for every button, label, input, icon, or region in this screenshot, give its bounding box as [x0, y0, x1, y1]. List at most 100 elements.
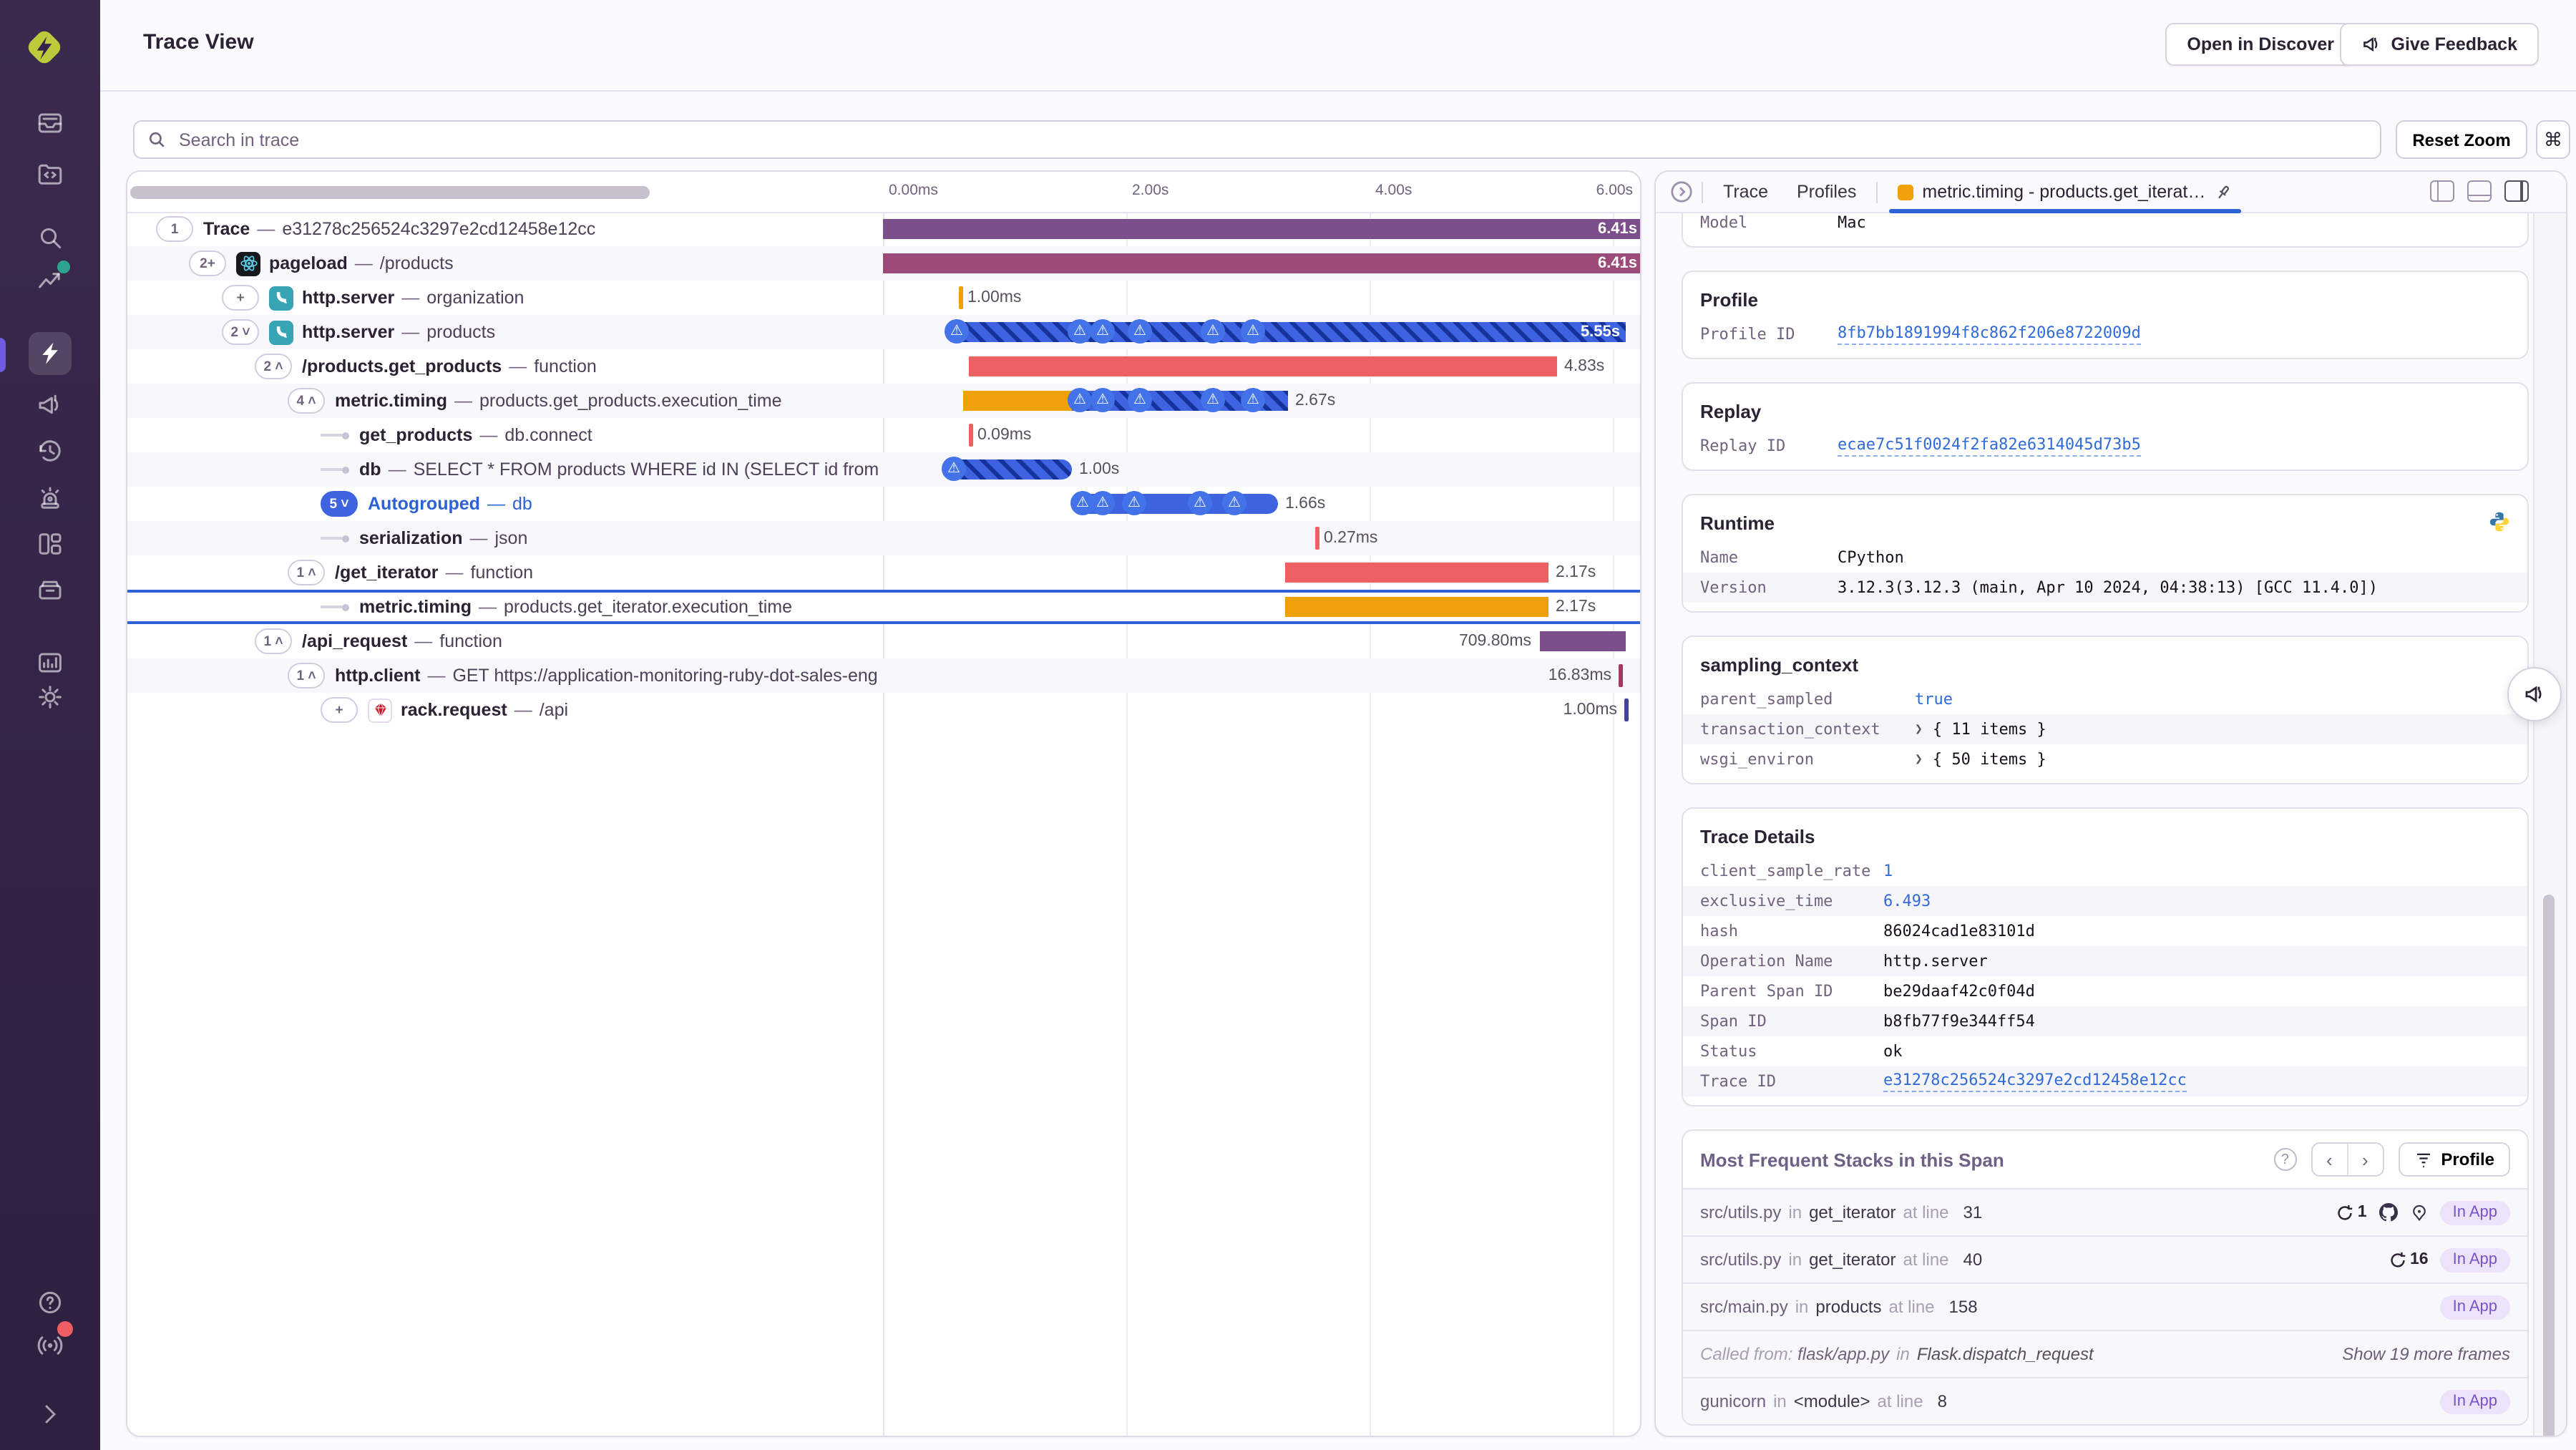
dock-right-button[interactable] [2504, 180, 2529, 202]
span-tick[interactable] [959, 286, 962, 309]
sentry-logo-icon[interactable] [19, 21, 70, 73]
sidebar-item-projects[interactable] [29, 152, 72, 195]
stack-frame-row[interactable]: src/utils.py in get_iterator at line 31 1 In A… [1683, 1188, 2527, 1235]
performance-issue-icon[interactable]: ⚠ [1128, 319, 1152, 344]
tab-trace[interactable]: Trace [1709, 172, 1782, 212]
performance-issue-icon[interactable]: ⚠ [1091, 491, 1115, 515]
span-bar[interactable] [963, 391, 1288, 411]
span-count-badge[interactable]: 1 ˄ [288, 663, 325, 688]
help-icon[interactable]: ? [2273, 1148, 2297, 1171]
shortcuts-button[interactable]: ⌘ [2536, 120, 2570, 159]
stack-frame-row[interactable]: gunicorn in <module> at line 8 In App [1683, 1377, 2527, 1424]
performance-issue-icon[interactable]: ⚠ [1068, 388, 1092, 412]
span-bar[interactable] [1540, 631, 1626, 651]
span-row--products-get-products[interactable]: 2 ˄/products.get_products — function 4.83s [127, 349, 1640, 384]
sidebar-item-replays[interactable] [29, 429, 72, 472]
seer-icon[interactable] [2410, 1203, 2429, 1222]
performance-issue-icon[interactable]: ⚠ [1122, 491, 1146, 515]
span-tick[interactable] [1315, 527, 1319, 550]
expand-chevron-icon[interactable]: ❯ [1915, 752, 1923, 767]
dock-left-button[interactable] [2430, 180, 2454, 202]
span-row-http-server[interactable]: + http.server — organization 1.00ms [127, 281, 1640, 315]
performance-issue-icon[interactable]: ⚠ [1068, 319, 1092, 344]
reset-zoom-button[interactable]: Reset Zoom [2396, 120, 2527, 159]
span-count-badge[interactable]: 4 ˄ [288, 388, 325, 414]
span-bar[interactable]: 5.55s [950, 322, 1626, 342]
span-count-badge[interactable]: 2+ [189, 250, 226, 276]
span-row-http-client[interactable]: 1 ˄ http.client — GET https://application-m… [127, 658, 1640, 693]
performance-issue-icon[interactable]: ⚠ [1091, 388, 1115, 412]
span-bar[interactable] [1285, 563, 1548, 583]
span-row-http-server[interactable]: 2 ˅ http.server — products 5.55s ⚠ ⚠ ⚠ ⚠ ⚠ ⚠ [127, 315, 1640, 349]
drawer-scrollbar-track[interactable] [2533, 212, 2566, 1436]
detail-value[interactable]: 8fb7bb1891994f8c862f206e8722009d [1838, 323, 2141, 345]
span-bar[interactable]: 6.41s [883, 253, 1640, 273]
dock-bottom-button[interactable] [2467, 180, 2492, 202]
github-icon[interactable] [2379, 1202, 2399, 1222]
performance-issue-icon[interactable]: ⚠ [1201, 388, 1225, 412]
next-stack-button[interactable]: › [2346, 1144, 2382, 1175]
sidebar-item-dashboards[interactable] [29, 522, 72, 565]
show-more-frames-link[interactable]: Show 19 more frames [2342, 1344, 2510, 1364]
sidebar-item-alerts-megaphone[interactable] [29, 384, 72, 427]
search-in-trace[interactable] [133, 120, 2381, 159]
collapse-drawer-button[interactable] [1670, 180, 1693, 203]
span-row-pageload[interactable]: 2+ pageload —/products 6.41s [127, 246, 1640, 281]
stack-frame-row[interactable]: src/main.py in products at line 158 In App [1683, 1283, 2527, 1330]
sidebar-item-crons-siren[interactable] [29, 477, 72, 520]
span-row-db[interactable]: db — SELECT * FROM products WHERE id IN (S… [127, 452, 1640, 487]
span-row-rack-request[interactable]: + rack.request —/api 1.00ms [127, 693, 1640, 727]
span-count-badge[interactable]: + [321, 697, 358, 723]
tab-profiles[interactable]: Profiles [1782, 172, 1870, 212]
tab-span-details-active[interactable]: metric.timing - products.get_iterat… [1883, 172, 2247, 213]
minimap-scrollbar[interactable] [130, 186, 650, 199]
sidebar-item-insights[interactable] [29, 259, 72, 302]
performance-issue-icon[interactable]: ⚠ [1188, 491, 1212, 515]
expand-chevron-icon[interactable]: ❯ [1915, 722, 1923, 736]
performance-issue-icon[interactable]: ⚠ [1091, 319, 1115, 344]
performance-issue-icon[interactable]: ⚠ [1201, 319, 1225, 344]
performance-issue-icon[interactable]: ⚠ [1241, 319, 1265, 344]
span-row-metric-timing[interactable]: metric.timing — products.get_iterator.exec… [127, 590, 1640, 624]
sidebar-item-whats-new[interactable] [29, 1321, 73, 1367]
give-feedback-button[interactable]: Give Feedback [2339, 23, 2539, 66]
span-count-badge[interactable]: 2 ˅ [222, 319, 259, 345]
drawer-scrollbar-thumb[interactable] [2543, 895, 2555, 1436]
span-count-badge[interactable]: 1 [156, 216, 193, 242]
search-input[interactable] [176, 128, 2367, 151]
profile-button[interactable]: Profile [2398, 1142, 2510, 1177]
span-tick[interactable] [969, 424, 972, 447]
span-bar[interactable]: 6.41s [883, 219, 1640, 239]
prev-stack-button[interactable]: ‹ [2312, 1144, 2346, 1175]
detail-value[interactable]: e31278c256524c3297e2cd12458e12cc [1883, 1071, 2187, 1092]
performance-issue-icon[interactable]: ⚠ [1241, 388, 1265, 412]
span-row-serialization[interactable]: serialization — json 0.27ms [127, 521, 1640, 555]
floating-feedback-button[interactable] [2507, 667, 2562, 721]
span-count-badge[interactable]: 5 ˅ [321, 491, 358, 517]
span-bar[interactable] [1285, 597, 1548, 617]
span-row-autogrouped[interactable]: 5 ˅ Autogrouped — db 1.66s ⚠ ⚠ ⚠ ⚠ ⚠ [127, 487, 1640, 521]
performance-issue-icon[interactable]: ⚠ [945, 319, 969, 344]
span-count-badge[interactable]: 1 ˄ [288, 560, 325, 585]
sidebar-item-traces[interactable] [29, 332, 72, 375]
sidebar-item-settings[interactable] [29, 676, 72, 719]
span-row-metric-timing[interactable]: 4 ˄ metric.timing — products.get_products.e… [127, 384, 1640, 418]
performance-issue-icon[interactable]: ⚠ [1128, 388, 1152, 412]
span-bar[interactable] [950, 459, 1072, 480]
span-row--api-request[interactable]: 1 ˄/api_request — function 709.80ms [127, 624, 1640, 658]
stack-called-from-row[interactable]: Called from: flask/app.py in Flask.dispatc… [1683, 1330, 2527, 1377]
span-count-badge[interactable]: 2 ˄ [255, 354, 292, 379]
sidebar-item-releases[interactable] [29, 568, 72, 611]
span-row-trace[interactable]: 1 Trace — e31278c256524c3297e2cd12458e12cc 6… [127, 212, 1640, 246]
span-row-get-products[interactable]: get_products — db.connect 0.09ms [127, 418, 1640, 452]
stack-frame-row[interactable]: src/utils.py in get_iterator at line 40 16 In … [1683, 1235, 2527, 1283]
performance-issue-icon[interactable]: ⚠ [942, 457, 966, 481]
span-bar[interactable] [969, 356, 1557, 376]
sidebar-item-help[interactable] [29, 1281, 72, 1324]
performance-issue-icon[interactable]: ⚠ [1222, 491, 1246, 515]
sidebar-item-search[interactable] [29, 216, 72, 259]
span-tick[interactable] [1619, 664, 1622, 687]
detail-value[interactable]: ecae7c51f0024f2fa82e6314045d73b5 [1838, 435, 2141, 457]
sidebar-item-issues[interactable] [29, 102, 72, 145]
span-count-badge[interactable]: 1 ˄ [255, 628, 292, 654]
